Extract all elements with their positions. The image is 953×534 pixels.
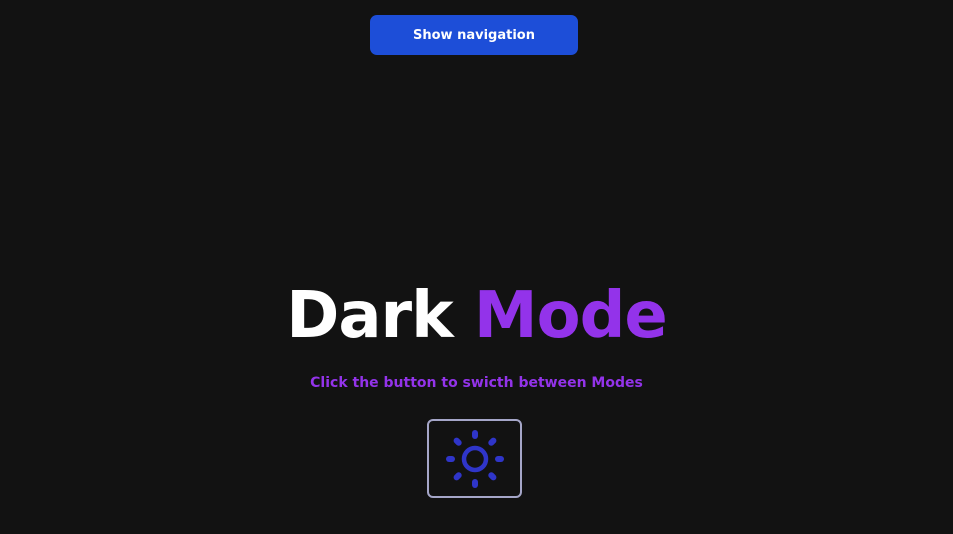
page: Show navigation Dark Mode Click the butt… [0,0,953,534]
title-dark-word: Dark [286,279,453,353]
instruction-text: Click the button to swicth between Modes [310,375,643,391]
title-mode-word: Mode [473,279,668,353]
page-title: Dark Mode [0,276,953,356]
theme-toggle-button[interactable] [427,419,522,498]
show-navigation-button[interactable]: Show navigation [370,15,578,55]
sun-icon [445,429,504,488]
